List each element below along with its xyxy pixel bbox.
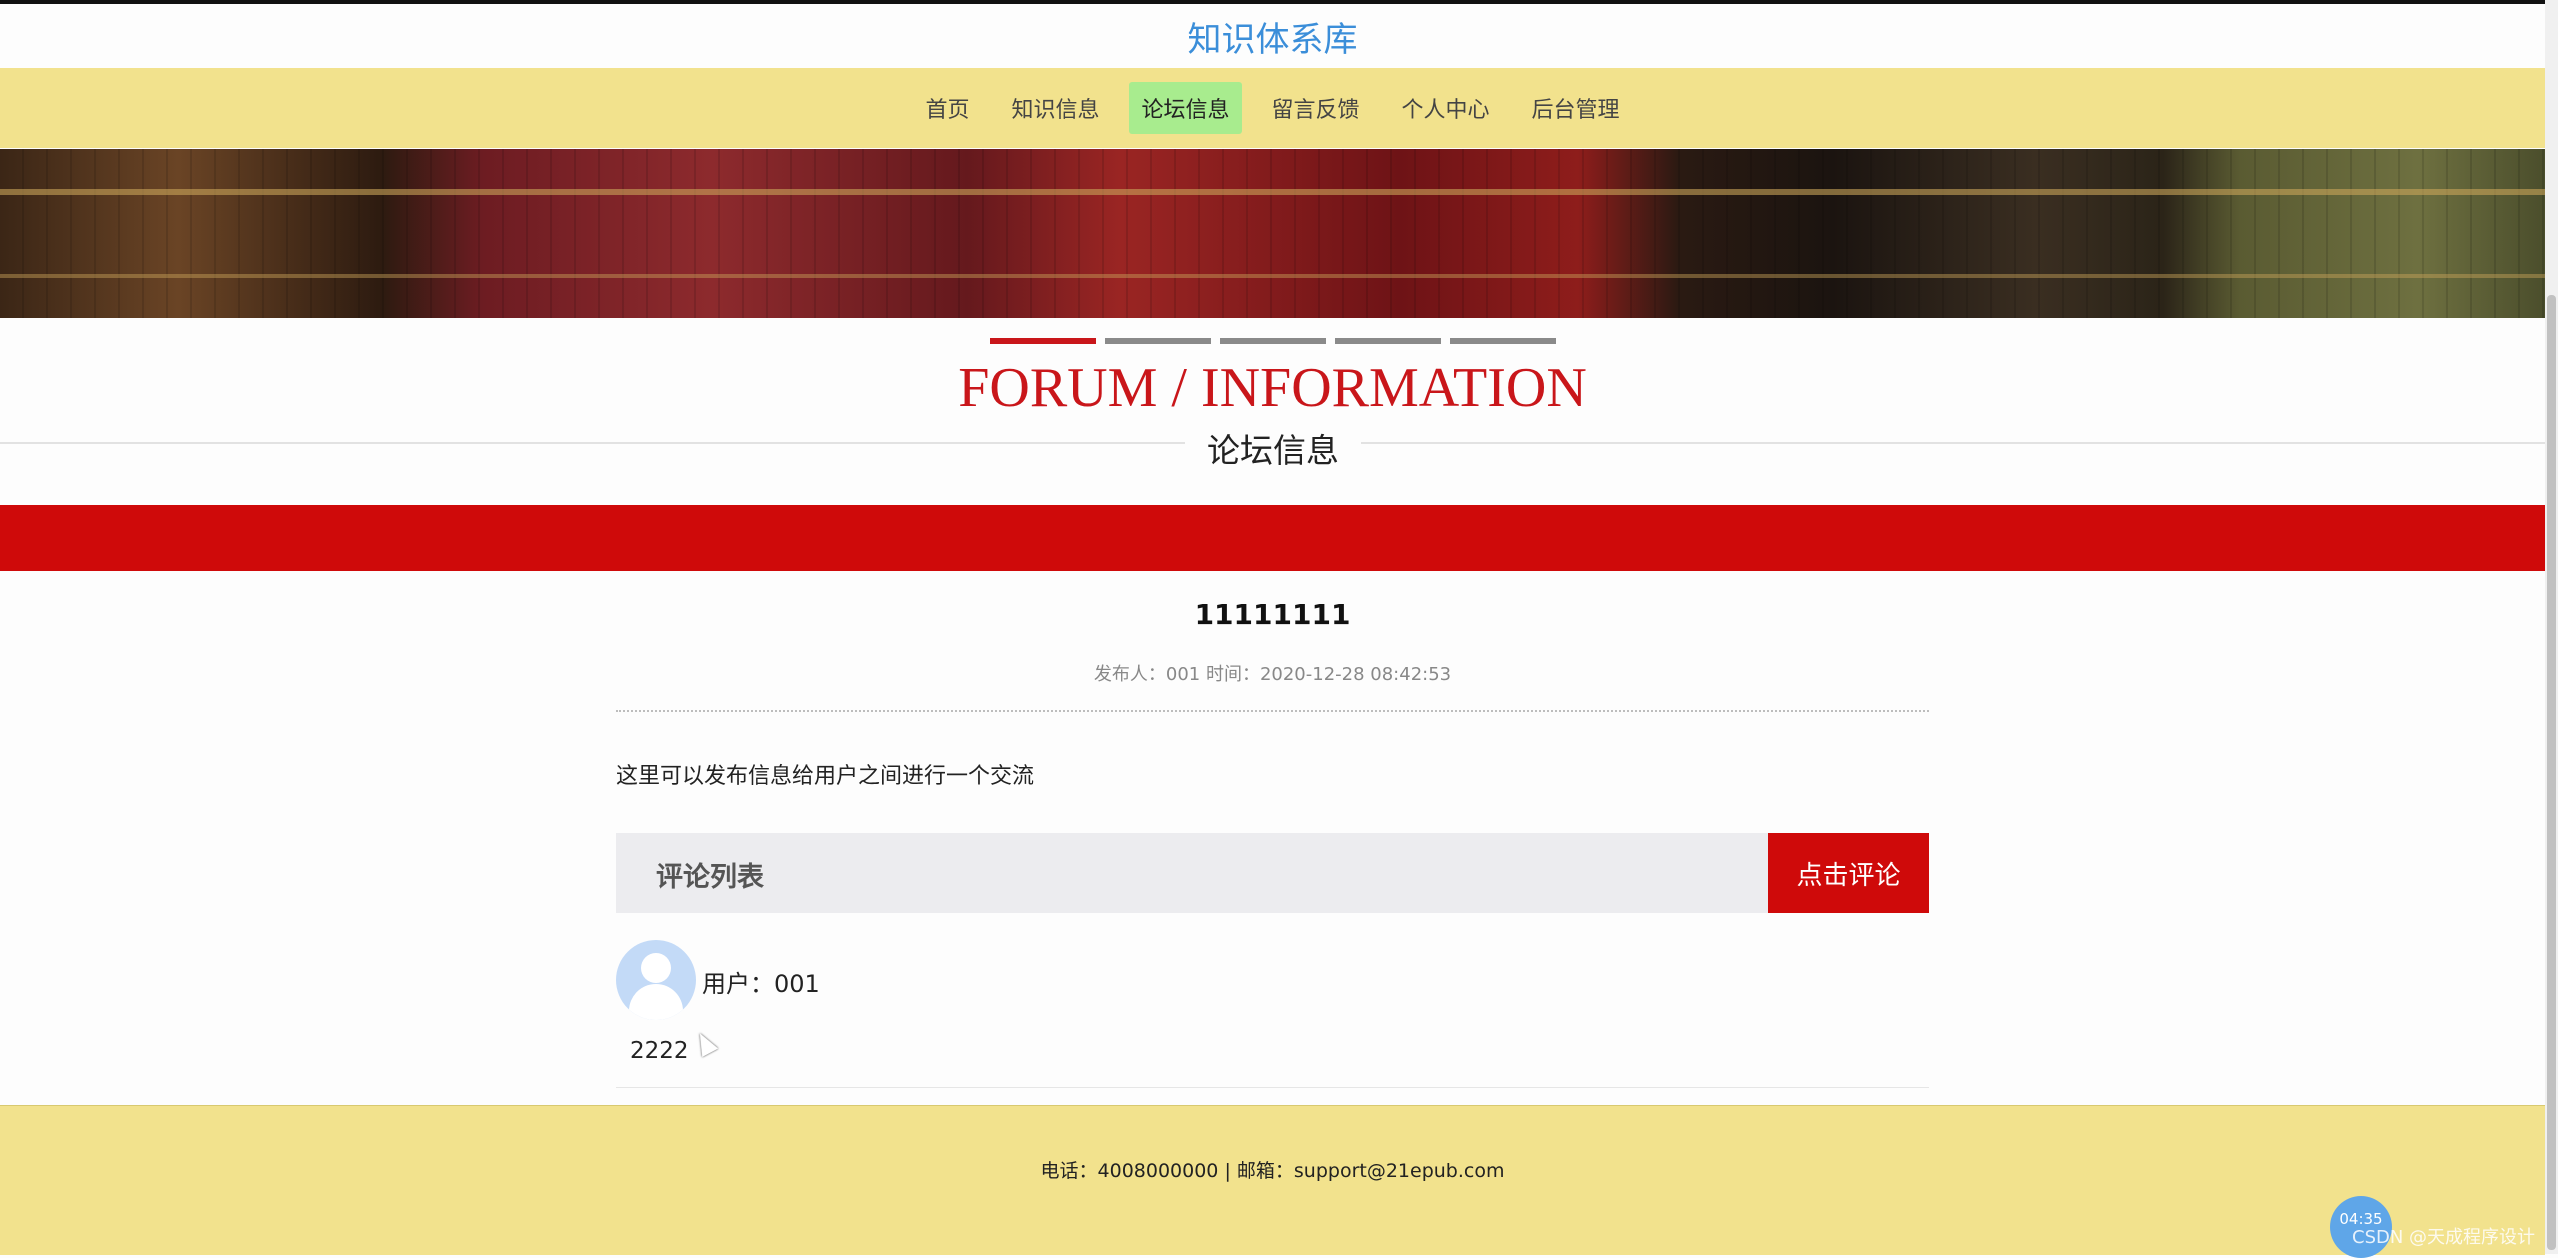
avatar-head-shape	[641, 953, 671, 983]
carousel-dot[interactable]	[1450, 338, 1556, 344]
nav-item-profile[interactable]: 个人中心	[1390, 82, 1502, 134]
comments-header: 评论列表 点击评论	[616, 833, 1929, 913]
scrollbar-thumb[interactable]	[2547, 295, 2556, 1250]
watermark-text: CSDN @天成程序设计	[2352, 1227, 2536, 1248]
carousel-indicators	[990, 338, 1556, 344]
carousel-dot[interactable]	[1220, 338, 1326, 344]
carousel-dot[interactable]	[1105, 338, 1211, 344]
comment-author: 用户：001	[702, 970, 820, 998]
window-top-edge	[0, 0, 2558, 4]
comments-header-label: 评论列表	[656, 862, 764, 893]
section-title-en: FORUM / INFORMATION	[958, 357, 1587, 419]
red-banner-bar	[0, 505, 2545, 571]
dotted-divider	[616, 710, 1929, 712]
post-body: 这里可以发布信息给用户之间进行一个交流	[616, 764, 1035, 789]
add-comment-button[interactable]: 点击评论	[1768, 833, 1929, 913]
page-scrollbar[interactable]	[2545, 0, 2558, 1254]
nav-item-feedback[interactable]: 留言反馈	[1260, 82, 1372, 134]
nav-item-forum[interactable]: 论坛信息	[1129, 82, 1242, 134]
banner-image	[0, 149, 2545, 318]
comment-divider	[616, 1087, 1929, 1088]
nav-item-knowledge[interactable]: 知识信息	[999, 82, 1111, 134]
carousel-dot[interactable]	[990, 338, 1096, 344]
user-avatar-icon	[616, 940, 696, 1020]
banner-gilt-band	[0, 274, 2545, 278]
site-title[interactable]: 知识体系库	[0, 12, 2545, 61]
banner-gilt-band	[0, 189, 2545, 195]
post-title: 11111111	[1194, 598, 1351, 631]
footer-contact: 电话：4008000000 | 邮箱：support@21epub.com	[1040, 1160, 1505, 1182]
section-title-cn: 论坛信息	[1185, 424, 1361, 472]
avatar-body-shape	[629, 984, 683, 1020]
main-nav: 首页 知识信息 论坛信息 留言反馈 个人中心 后台管理	[0, 68, 2545, 148]
nav-item-home[interactable]: 首页	[913, 82, 981, 134]
post-meta: 发布人：001 时间：2020-12-28 08:42:53	[1093, 664, 1452, 685]
nav-item-admin[interactable]: 后台管理	[1520, 82, 1632, 134]
carousel-dot[interactable]	[1335, 338, 1441, 344]
mouse-cursor-icon	[691, 1029, 719, 1057]
footer: 电话：4008000000 | 邮箱：support@21epub.com	[0, 1105, 2545, 1255]
comment-text: 2222	[630, 1038, 689, 1064]
